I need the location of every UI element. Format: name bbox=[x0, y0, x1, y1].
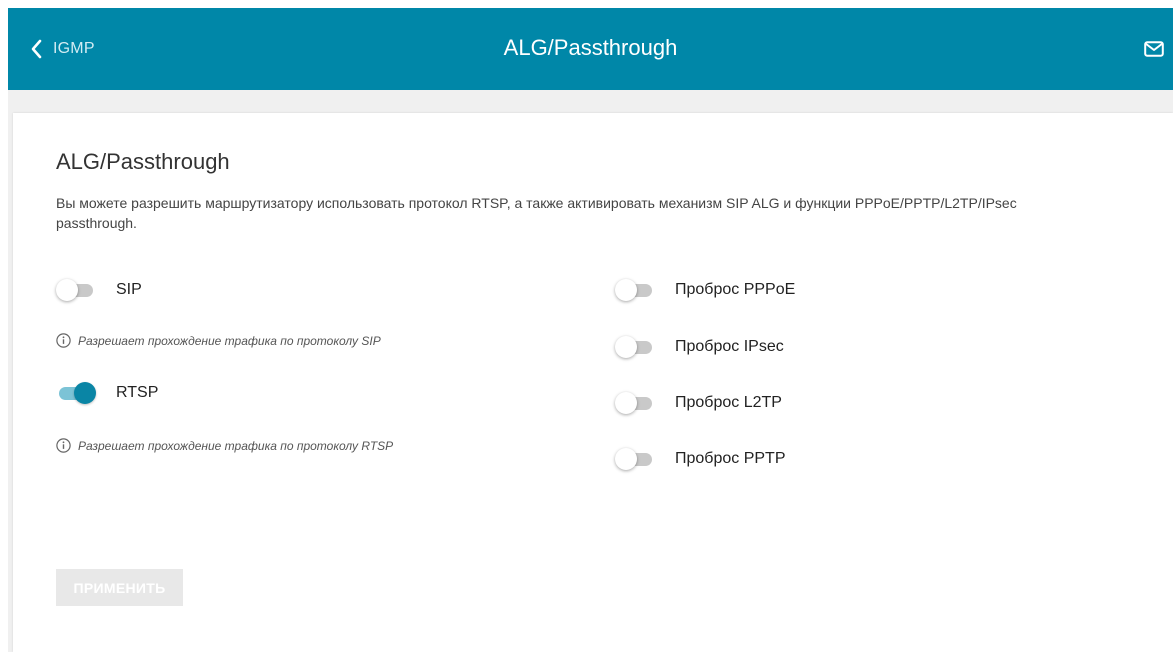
sip-toggle[interactable] bbox=[56, 279, 96, 301]
pppoe-toggle[interactable] bbox=[615, 279, 655, 301]
l2tp-toggle[interactable] bbox=[615, 392, 655, 414]
toggle-knob bbox=[615, 448, 637, 470]
mail-icon[interactable] bbox=[1144, 41, 1164, 57]
pppoe-toggle-row[interactable]: Проброс PPPoE bbox=[615, 279, 795, 301]
page-title: ALG/Passthrough bbox=[503, 35, 678, 60]
header-bar: IGMP ALG/Passthrough bbox=[8, 8, 1173, 90]
rtsp-toggle[interactable] bbox=[56, 382, 96, 404]
toggle-knob bbox=[615, 392, 637, 414]
toggle-knob bbox=[56, 279, 78, 301]
ipsec-toggle[interactable] bbox=[615, 336, 655, 358]
rtsp-hint: Разрешает прохождение трафика по протоко… bbox=[56, 438, 393, 453]
rtsp-toggle-row[interactable]: RTSP bbox=[56, 382, 158, 404]
toggle-knob bbox=[615, 279, 637, 301]
rtsp-hint-text: Разрешает прохождение трафика по протоко… bbox=[78, 438, 394, 453]
pptp-toggle-row[interactable]: Проброс PPTP bbox=[615, 448, 786, 470]
apply-button[interactable]: ПРИМЕНИТЬ bbox=[56, 569, 183, 606]
pptp-label: Проброс PPTP bbox=[675, 450, 786, 467]
sip-hint: Разрешает прохождение трафика по протоко… bbox=[56, 333, 381, 348]
sip-label: SIP bbox=[116, 281, 142, 298]
l2tp-label: Проброс L2TP bbox=[675, 394, 782, 411]
pptp-toggle[interactable] bbox=[615, 448, 655, 470]
info-icon bbox=[56, 333, 71, 348]
pppoe-label: Проброс PPPoE bbox=[675, 281, 796, 298]
ipsec-label: Проброс IPsec bbox=[675, 338, 784, 355]
section-description: Вы можете разрешить маршрутизатору испол… bbox=[56, 195, 1017, 231]
l2tp-toggle-row[interactable]: Проброс L2TP bbox=[615, 392, 782, 414]
toggle-knob bbox=[74, 382, 96, 404]
info-icon bbox=[56, 438, 71, 453]
sip-toggle-row[interactable]: SIP bbox=[56, 279, 142, 301]
ipsec-toggle-row[interactable]: Проброс IPsec bbox=[615, 336, 784, 358]
rtsp-label: RTSP bbox=[116, 384, 159, 401]
app-viewport: IGMP ALG/Passthrough ALG/Passthrough Вы … bbox=[0, 0, 1173, 652]
sip-hint-text: Разрешает прохождение трафика по протоко… bbox=[78, 333, 381, 348]
section-title: ALG/Passthrough bbox=[56, 149, 230, 174]
toggle-knob bbox=[615, 336, 637, 358]
settings-card: ALG/Passthrough Вы можете разрешить марш… bbox=[13, 113, 1173, 652]
